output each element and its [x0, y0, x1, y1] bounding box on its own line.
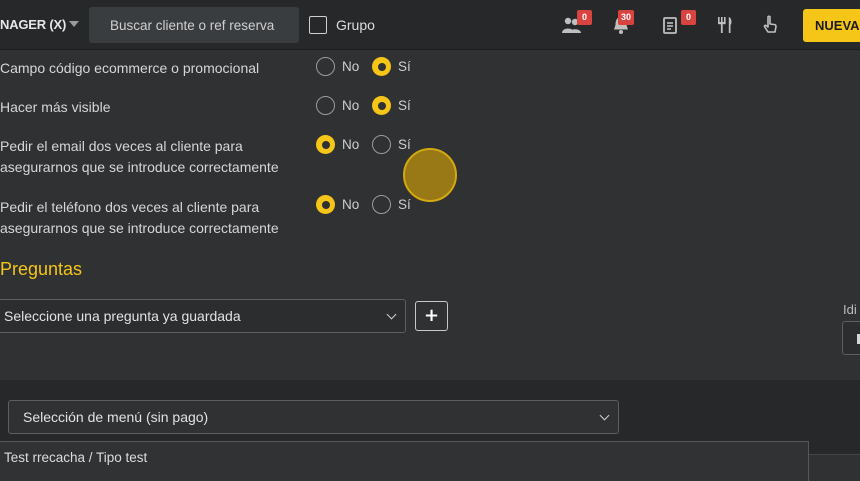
si-label: Sí — [398, 197, 411, 212]
no-label: No — [342, 197, 360, 212]
visible-no-option[interactable]: No — [316, 96, 359, 115]
chevron-down-icon — [599, 410, 610, 421]
setting-label-line1: Pedir el email dos veces al cliente para — [0, 138, 243, 154]
visible-si-option[interactable]: Sí — [372, 96, 411, 115]
menu-item-text: Test rrecacha / Tipo test — [4, 450, 148, 465]
preguntas-title: Preguntas — [0, 259, 83, 279]
touch-icon[interactable] — [759, 14, 781, 36]
setting-label-line2: asegurarnos que se introduce correctamen… — [0, 220, 279, 236]
tasks-badge: 0 — [681, 10, 696, 25]
users-badge: 0 — [577, 10, 592, 25]
si-label: Sí — [398, 59, 411, 74]
search-input[interactable] — [89, 7, 299, 43]
click-indicator — [403, 148, 457, 202]
si-label: Sí — [398, 137, 411, 152]
idioma-select[interactable] — [842, 321, 860, 355]
new-booking-button[interactable]: NUEVA — [803, 9, 860, 42]
email-si-option[interactable]: Sí — [372, 135, 411, 154]
tasks-icon[interactable] — [660, 14, 682, 36]
setting-label: Hacer más visible — [0, 99, 111, 115]
setting-more-visible: Hacer más visible — [0, 97, 110, 118]
radio-unchecked-icon[interactable] — [372, 195, 391, 214]
account-name: NAGER (X) — [0, 17, 67, 32]
top-bar: NAGER (X) Grupo 0 30 0 NUEVA — [0, 0, 860, 50]
add-question-button[interactable]: + — [415, 301, 448, 331]
radio-checked-icon[interactable] — [316, 195, 335, 214]
si-label: Sí — [398, 98, 411, 113]
saved-question-select[interactable]: Seleccione una pregunta ya guardada — [0, 299, 406, 333]
setting-label-line1: Pedir el teléfono dos veces al cliente p… — [0, 199, 260, 215]
no-label: No — [342, 59, 360, 74]
grupo-label: Grupo — [336, 17, 375, 33]
ecommerce-no-option[interactable]: No — [316, 57, 359, 76]
caret-down-icon — [69, 21, 80, 27]
radio-checked-icon[interactable] — [372, 96, 391, 115]
radio-unchecked-icon[interactable] — [316, 96, 335, 115]
setting-phone-twice: Pedir el teléfono dos veces al cliente p… — [0, 197, 279, 239]
setting-label-line2: asegurarnos que se introduce correctamen… — [0, 159, 279, 175]
bell-badge: 30 — [618, 10, 635, 25]
radio-checked-icon[interactable] — [372, 57, 391, 76]
setting-label: Campo código ecommerce o promocional — [0, 60, 260, 76]
radio-unchecked-icon[interactable] — [372, 135, 391, 154]
grupo-checkbox[interactable] — [309, 16, 327, 34]
phone-no-option[interactable]: No — [316, 195, 359, 214]
idioma-label: Idi — [843, 302, 857, 317]
setting-email-twice: Pedir el email dos veces al cliente para… — [0, 136, 279, 178]
account-menu[interactable]: NAGER (X) — [0, 17, 80, 32]
no-label: No — [342, 98, 360, 113]
menu-select-value: Selección de menú (sin pago) — [23, 409, 209, 425]
email-no-option[interactable]: No — [316, 135, 359, 154]
setting-ecommerce-code: Campo código ecommerce o promocional — [0, 58, 259, 79]
saved-question-value: Seleccione una pregunta ya guardada — [4, 308, 241, 324]
menu-select[interactable]: Selección de menú (sin pago) — [8, 400, 619, 434]
radio-unchecked-icon[interactable] — [316, 57, 335, 76]
menu-item-box[interactable]: Test rrecacha / Tipo test — [0, 441, 809, 481]
grupo-toggle[interactable]: Grupo — [309, 16, 375, 34]
restaurant-icon[interactable] — [714, 14, 736, 36]
chevron-down-icon — [386, 309, 397, 320]
phone-si-option[interactable]: Sí — [372, 195, 411, 214]
no-label: No — [342, 137, 360, 152]
ecommerce-si-option[interactable]: Sí — [372, 57, 411, 76]
radio-checked-icon[interactable] — [316, 135, 335, 154]
side-panel-edge — [809, 454, 860, 481]
